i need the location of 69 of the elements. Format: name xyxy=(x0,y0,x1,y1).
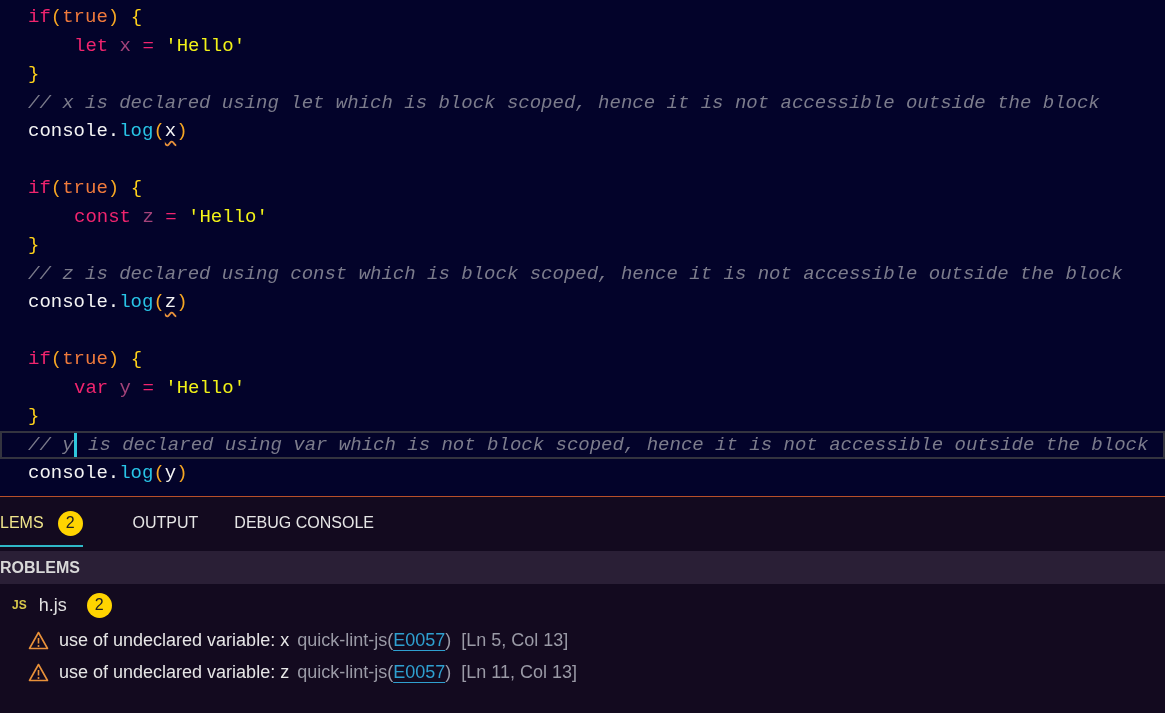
code-token: // y xyxy=(28,432,74,458)
problem-source: quick-lint-js( xyxy=(297,629,394,651)
code-token: const xyxy=(74,204,131,230)
problem-message[interactable]: use of undeclared variable: x xyxy=(59,629,290,651)
code-token: true xyxy=(62,176,108,202)
code-token: 'Hello' xyxy=(164,375,246,401)
panel-tab[interactable]: OUTPUT xyxy=(114,497,217,551)
problem-count-badge: 2 xyxy=(86,592,112,618)
code-token: } xyxy=(28,233,40,259)
code-token: } xyxy=(28,62,40,88)
code-token: ) xyxy=(107,176,120,202)
problem-message[interactable]: use of undeclared variable: z xyxy=(59,661,290,683)
code-token: ( xyxy=(50,176,63,202)
code-token: is declared using var which is not block scoped, hence it is not accessible outside the block xyxy=(87,432,1149,458)
code-token: // x is declared using let which is block scoped, hence it is not accessible outside the block xyxy=(28,90,1100,116)
code-token: z xyxy=(141,204,154,230)
code-token: ( xyxy=(153,119,165,145)
code-token: console. xyxy=(28,119,120,145)
code-token: y xyxy=(118,375,132,401)
warning-icon xyxy=(28,662,49,682)
code-token: { xyxy=(129,176,143,202)
code-token: // z is declared using const which is block scoped, hence it is not accessible outside the block xyxy=(28,261,1123,287)
error-code-link[interactable]: E0057 xyxy=(393,629,446,651)
code-token: console. xyxy=(28,290,120,316)
code-token: true xyxy=(62,5,108,31)
code-token: = xyxy=(164,204,177,230)
code-token: z xyxy=(164,290,177,316)
problem-location: [Ln 11, Col 13] xyxy=(461,661,577,683)
code-token: log xyxy=(119,119,154,145)
code-token: x xyxy=(118,33,132,59)
code-editor[interactable] xyxy=(0,0,1165,497)
code-token: ) xyxy=(107,347,120,373)
code-token: log xyxy=(119,461,154,487)
code-token: { xyxy=(129,5,143,31)
section-header[interactable]: ROBLEMS xyxy=(0,551,1165,584)
code-token: true xyxy=(62,347,108,373)
code-token: x xyxy=(164,119,177,145)
code-token: } xyxy=(28,404,40,430)
code-token: 'Hello' xyxy=(187,204,268,230)
code-token: var xyxy=(74,375,109,401)
problem-source: quick-lint-js( xyxy=(297,661,394,683)
code-token: ) xyxy=(176,290,188,316)
code-token: ) xyxy=(107,5,120,31)
code-token: ) xyxy=(176,461,188,487)
code-token: { xyxy=(129,347,143,373)
code-token: if xyxy=(28,347,51,373)
problem-location: [Ln 5, Col 13] xyxy=(461,629,569,651)
panel-tab[interactable]: LEMS 2 xyxy=(0,501,83,547)
code-token: ) xyxy=(176,119,188,145)
code-token: y xyxy=(164,461,177,487)
code-token: if xyxy=(28,5,51,31)
file-name[interactable]: h.js xyxy=(38,594,67,616)
code-token: ( xyxy=(50,347,63,373)
error-code-link[interactable]: E0057 xyxy=(393,661,446,683)
code-token: console. xyxy=(28,461,120,487)
code-token: = xyxy=(141,375,154,401)
code-token: = xyxy=(141,33,154,59)
warning-icon xyxy=(28,630,49,650)
js-file-icon: JS xyxy=(12,598,27,612)
code-token: ( xyxy=(153,461,165,487)
code-token: ( xyxy=(50,5,63,31)
code-token: if xyxy=(28,176,51,202)
code-token: ( xyxy=(153,290,165,316)
code-token: 'Hello' xyxy=(164,33,246,59)
problem-source: ) xyxy=(445,661,452,683)
panel-tab[interactable]: DEBUG CONSOLE xyxy=(216,497,392,551)
code-token: let xyxy=(74,33,109,59)
problem-source: ) xyxy=(445,629,452,651)
code-token: log xyxy=(119,290,154,316)
